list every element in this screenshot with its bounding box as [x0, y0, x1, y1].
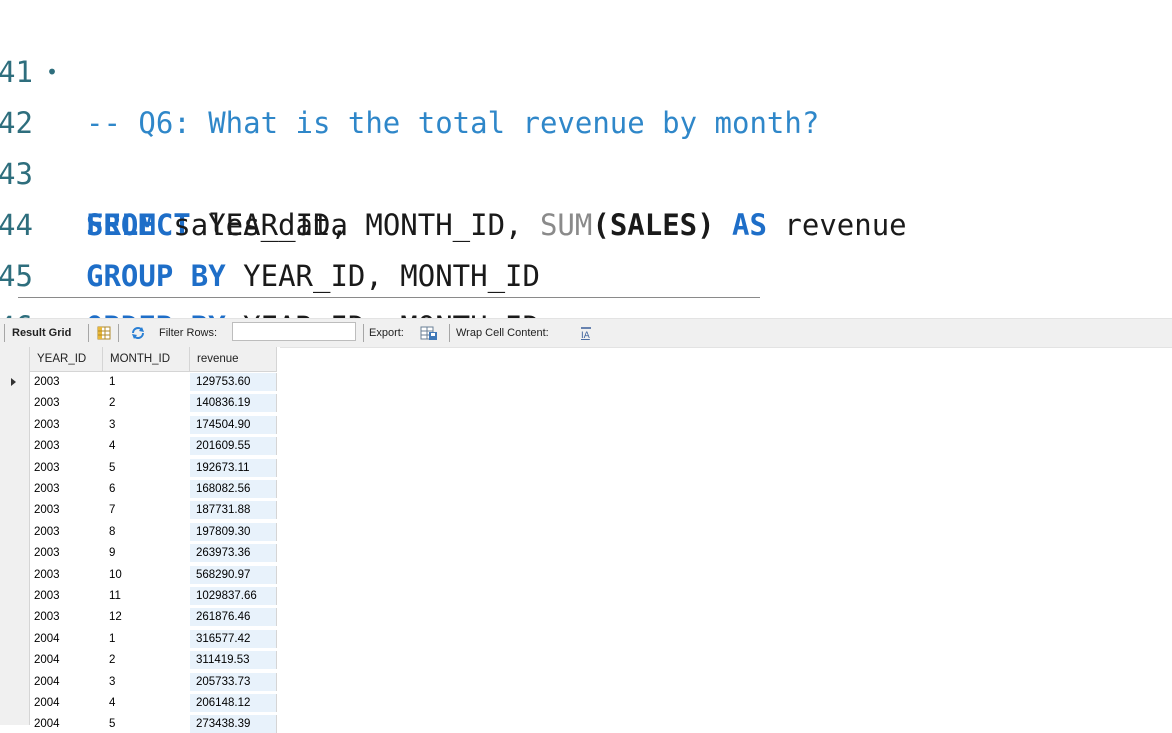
cell-year-id[interactable]: 2003	[30, 587, 103, 605]
cell-revenue[interactable]: 140836.19	[190, 394, 277, 413]
table-row[interactable]: 2003 4 201609.55	[0, 437, 280, 456]
cell-month-id[interactable]: 4	[103, 694, 190, 712]
column-header-year-id[interactable]: YEAR_ID	[30, 347, 103, 372]
cell-month-id[interactable]: 1	[103, 630, 190, 648]
code-line-42[interactable]: 42 • SELECT YEAR_ID, MONTH_ID, SUM(SALES…	[0, 47, 1172, 242]
cell-revenue[interactable]: 201609.55	[190, 437, 277, 456]
column-header-month-id[interactable]: MONTH_ID	[103, 347, 190, 372]
code-line-44[interactable]: 44 GROUP BY YEAR_ID, MONTH_ID	[0, 149, 1172, 293]
table-row[interactable]: 2004 4 206148.12	[0, 694, 280, 712]
filter-rows-input[interactable]	[232, 322, 356, 341]
cell-month-id[interactable]: 3	[103, 673, 190, 691]
export-label: Export:	[369, 327, 404, 339]
result-toolbar: Result Grid Filter Rows: Export: Wrap Ce…	[0, 318, 1172, 348]
cell-revenue[interactable]: 197809.30	[190, 522, 277, 541]
table-row[interactable]: 2003 2 140836.19	[0, 394, 280, 413]
toolbar-separator	[363, 324, 364, 342]
filter-rows-label: Filter Rows:	[159, 327, 218, 339]
cell-year-id[interactable]: 2003	[30, 608, 103, 626]
toolbar-separator	[4, 324, 5, 342]
grid-view-icon[interactable]	[96, 325, 112, 341]
cell-year-id[interactable]: 2004	[30, 715, 103, 733]
panel-splitter[interactable]	[18, 297, 760, 298]
cell-revenue[interactable]: 263973.36	[190, 544, 277, 563]
table-row[interactable]: 2003 1 129753.60	[0, 373, 280, 391]
table-row[interactable]: 2004 2 311419.53	[0, 651, 280, 670]
sql-editor[interactable]: 41 -- Q6: What is the total revenue by m…	[0, 0, 1172, 344]
cell-month-id[interactable]: 9	[103, 544, 190, 562]
column-header-revenue[interactable]: revenue	[190, 347, 277, 372]
cell-month-id[interactable]: 5	[103, 715, 190, 733]
cell-year-id[interactable]: 2003	[30, 480, 103, 498]
toolbar-separator	[118, 324, 119, 342]
cell-year-id[interactable]: 2004	[30, 651, 103, 669]
table-row[interactable]: 2003 7 187731.88	[0, 501, 280, 520]
toolbar-separator	[449, 324, 450, 342]
table-row[interactable]: 2003 12 261876.46	[0, 608, 280, 627]
wrap-cell-content-label: Wrap Cell Content:	[456, 327, 549, 339]
cell-revenue[interactable]: 187731.88	[190, 501, 277, 520]
cell-month-id[interactable]: 12	[103, 608, 190, 626]
svg-text:IA: IA	[581, 331, 591, 341]
refresh-icon[interactable]	[130, 325, 146, 341]
cell-revenue[interactable]: 273438.39	[190, 715, 277, 733]
result-grid[interactable]: YEAR_ID MONTH_ID revenue 2003 1 129753.60 2…	[0, 347, 280, 733]
fold-marker-icon[interactable]: •	[46, 47, 58, 98]
table-row[interactable]: 2003 6 168082.56	[0, 480, 280, 498]
cell-month-id[interactable]: 1	[103, 373, 190, 391]
cell-year-id[interactable]: 2003	[30, 501, 103, 519]
toolbar-separator	[88, 324, 89, 342]
cell-year-id[interactable]: 2003	[30, 566, 103, 584]
result-grid-tab[interactable]: Result Grid	[12, 325, 71, 341]
cell-month-id[interactable]: 4	[103, 437, 190, 455]
cell-revenue[interactable]: 206148.12	[190, 694, 277, 712]
cell-month-id[interactable]: 11	[103, 587, 190, 605]
cell-month-id[interactable]: 2	[103, 394, 190, 412]
export-icon[interactable]	[420, 325, 437, 341]
cell-revenue[interactable]: 568290.97	[190, 565, 277, 584]
cell-year-id[interactable]: 2003	[30, 544, 103, 562]
cell-month-id[interactable]: 2	[103, 651, 190, 669]
table-row[interactable]: 2003 3 174504.90	[0, 415, 280, 434]
current-row-arrow-icon	[11, 378, 16, 386]
cell-year-id[interactable]: 2003	[30, 459, 103, 477]
cell-month-id[interactable]: 6	[103, 480, 190, 498]
code-line-41[interactable]: 41 -- Q6: What is the total revenue by m…	[0, 0, 1172, 140]
cell-year-id[interactable]: 2003	[30, 523, 103, 541]
code-line-43[interactable]: 43 FROM sales_data	[0, 98, 1172, 242]
cell-month-id[interactable]: 7	[103, 501, 190, 519]
table-row[interactable]: 2003 9 263973.36	[0, 544, 280, 563]
cell-revenue[interactable]: 168082.56	[190, 480, 277, 498]
cell-year-id[interactable]: 2004	[30, 673, 103, 691]
code-line-46[interactable]: 46	[0, 251, 1172, 344]
wrap-text-icon[interactable]: IA	[578, 325, 594, 341]
cell-year-id[interactable]: 2003	[30, 437, 103, 455]
table-row[interactable]: 2004 3 205733.73	[0, 672, 280, 691]
cell-revenue[interactable]: 129753.60	[190, 373, 277, 391]
table-row[interactable]: 2003 8 197809.30	[0, 522, 280, 541]
cell-revenue[interactable]: 192673.11	[190, 458, 277, 477]
cell-month-id[interactable]: 5	[103, 459, 190, 477]
table-row[interactable]: 2004 1 316577.42	[0, 629, 280, 648]
cell-year-id[interactable]: 2004	[30, 694, 103, 712]
cell-year-id[interactable]: 2003	[30, 373, 103, 391]
code-line-45[interactable]: 45 ORDER BY YEAR_ID, MONTH_ID;	[0, 200, 1172, 344]
cell-revenue[interactable]: 205733.73	[190, 672, 277, 691]
cell-revenue[interactable]: 316577.42	[190, 629, 277, 648]
cell-revenue[interactable]: 311419.53	[190, 651, 277, 670]
table-row[interactable]: 2004 5 273438.39	[0, 715, 280, 733]
cell-month-id[interactable]: 8	[103, 523, 190, 541]
table-row[interactable]: 2003 10 568290.97	[0, 565, 280, 584]
cell-revenue[interactable]: 261876.46	[190, 608, 277, 627]
cell-revenue[interactable]: 1029837.66	[190, 587, 277, 605]
table-row[interactable]: 2003 11 1029837.66	[0, 587, 280, 605]
table-row[interactable]: 2003 5 192673.11	[0, 458, 280, 477]
cell-year-id[interactable]: 2003	[30, 416, 103, 434]
cell-year-id[interactable]: 2004	[30, 630, 103, 648]
cell-revenue[interactable]: 174504.90	[190, 415, 277, 434]
cell-month-id[interactable]: 3	[103, 416, 190, 434]
cell-year-id[interactable]: 2003	[30, 394, 103, 412]
cell-month-id[interactable]: 10	[103, 566, 190, 584]
